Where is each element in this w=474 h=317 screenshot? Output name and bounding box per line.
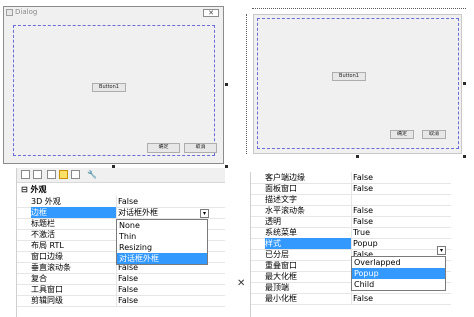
- dropdown-option[interactable]: Resizing: [117, 242, 207, 253]
- column-divider[interactable]: [116, 196, 117, 207]
- property-name: 水平滚动条: [265, 206, 305, 215]
- property-value[interactable]: Popup: [353, 238, 378, 249]
- resize-handle-right[interactable]: [225, 83, 228, 86]
- column-divider[interactable]: [116, 273, 117, 284]
- right-center-button[interactable]: Button1: [332, 72, 366, 81]
- dialog-app-icon: [6, 9, 13, 16]
- property-name: 不激活: [31, 230, 55, 239]
- column-divider[interactable]: [116, 284, 117, 295]
- column-divider[interactable]: [351, 172, 352, 183]
- dropdown-option[interactable]: 对话框外框: [117, 253, 207, 264]
- right-dialog-surface: Button1 确定 取消: [253, 14, 462, 154]
- property-value[interactable]: 对话框外框: [118, 207, 158, 218]
- property-name: 垂直滚动条: [31, 263, 71, 272]
- left-ruler: [246, 14, 250, 154]
- column-divider[interactable]: [351, 216, 352, 227]
- property-name: 重叠窗口: [265, 261, 297, 270]
- property-name: 描述文字: [265, 195, 297, 204]
- right-cancel-button[interactable]: 取消: [422, 130, 446, 139]
- dropdown-option[interactable]: Popup: [352, 268, 445, 279]
- property-name: 标题栏: [31, 219, 55, 228]
- resize-handle-corner[interactable]: [225, 165, 228, 168]
- property-toolbar: 🔧: [17, 168, 225, 183]
- property-name: 窗口边缘: [31, 252, 63, 261]
- style-dropdown-list: Overlapped Popup Child: [351, 256, 446, 291]
- property-name: 边框: [31, 207, 116, 218]
- right-property-rows: 客户端边缘 False 面板窗口 False 描述文字水平滚动条 False 透明 False…: [251, 172, 451, 317]
- center-button[interactable]: Button1: [92, 83, 126, 92]
- events-icon[interactable]: [59, 170, 68, 179]
- property-value[interactable]: False: [118, 295, 138, 306]
- top-ruler: [252, 8, 466, 12]
- left-property-panel: 🔧 ⊟ 外观 3D 外观False边框对话框外框标题栏True不激活False布…: [16, 168, 225, 317]
- property-name: 布局 RTL: [31, 241, 64, 250]
- messages-icon[interactable]: [71, 170, 80, 179]
- property-name: 已分层: [265, 250, 289, 259]
- property-name: 3D 外观: [31, 197, 61, 206]
- property-name: 最顶端: [265, 283, 289, 292]
- property-name: 剪辑同级: [31, 296, 63, 305]
- close-button[interactable]: ✕: [203, 9, 219, 17]
- column-divider[interactable]: [116, 207, 117, 218]
- property-value[interactable]: False: [353, 205, 373, 216]
- ok-button[interactable]: 确定: [147, 143, 180, 153]
- appearance-section[interactable]: ⊟ 外观: [21, 184, 47, 195]
- property-row[interactable]: 剪辑同级 False: [17, 295, 225, 307]
- property-pages-icon[interactable]: 🔧: [87, 170, 97, 179]
- property-value[interactable]: False: [353, 216, 373, 227]
- property-value[interactable]: False: [353, 183, 373, 194]
- property-name: 透明: [265, 217, 281, 226]
- property-name: 最小化框: [265, 294, 297, 303]
- property-value[interactable]: False: [118, 196, 138, 207]
- column-divider[interactable]: [351, 238, 352, 249]
- properties-icon[interactable]: [47, 170, 56, 179]
- right-resize-handle-corner[interactable]: [463, 155, 466, 158]
- dropdown-option[interactable]: Thin: [117, 231, 207, 242]
- border-dropdown-list: None Thin Resizing 对话框外框: [116, 219, 208, 265]
- right-resize-handle-bottom[interactable]: [356, 155, 359, 158]
- cancel-button[interactable]: 取消: [184, 143, 217, 153]
- column-divider[interactable]: [351, 194, 352, 205]
- section-label: 外观: [30, 185, 47, 194]
- column-divider[interactable]: [116, 295, 117, 306]
- border-dropdown-arrow[interactable]: ▾: [200, 209, 209, 218]
- property-row[interactable]: 最小化框 False: [251, 293, 451, 305]
- right-property-panel: 客户端边缘 False 面板窗口 False 描述文字水平滚动条 False 透明 False…: [250, 172, 451, 317]
- property-name: 客户端边缘: [265, 173, 305, 182]
- dropdown-option[interactable]: Overlapped: [352, 257, 445, 268]
- left-dialog-window: Dialog ✕ Button1 确定 取消: [3, 6, 224, 164]
- dialog-title: Dialog: [15, 8, 38, 16]
- column-divider[interactable]: [351, 183, 352, 194]
- property-value[interactable]: False: [353, 172, 373, 183]
- property-name: 工具窗口: [31, 285, 63, 294]
- property-name: 面板窗口: [265, 184, 297, 193]
- dropdown-option[interactable]: Child: [352, 279, 445, 290]
- property-name: 系统菜单: [265, 228, 297, 237]
- right-ok-button[interactable]: 确定: [390, 130, 414, 139]
- property-value[interactable]: False: [118, 273, 138, 284]
- close-pane-icon[interactable]: ✕: [237, 278, 245, 289]
- column-divider[interactable]: [351, 293, 352, 304]
- dialog-title-bar: Dialog ✕: [4, 7, 223, 19]
- alphabetical-icon[interactable]: [33, 170, 42, 179]
- dropdown-option[interactable]: None: [117, 220, 207, 231]
- property-name: 最大化框: [265, 272, 297, 281]
- column-divider[interactable]: [351, 205, 352, 216]
- property-value[interactable]: True: [353, 227, 370, 238]
- categorized-icon[interactable]: [21, 170, 30, 179]
- property-value[interactable]: False: [118, 284, 138, 295]
- property-value[interactable]: False: [353, 293, 373, 304]
- column-divider[interactable]: [351, 227, 352, 238]
- right-resize-handle-side[interactable]: [463, 82, 466, 85]
- property-name: 复合: [31, 274, 47, 283]
- property-name: 样式: [265, 238, 351, 249]
- style-dropdown-arrow[interactable]: ▾: [437, 246, 446, 255]
